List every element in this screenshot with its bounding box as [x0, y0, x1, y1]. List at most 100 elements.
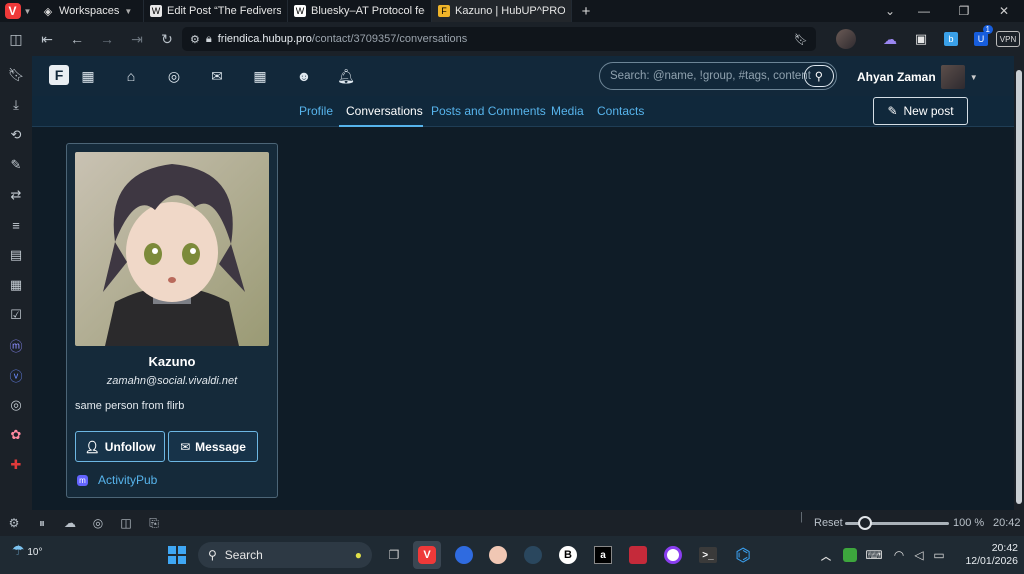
wikipedia-icon: W	[294, 5, 306, 17]
window-panel-icon[interactable]: ▤	[0, 240, 32, 270]
tab-workspaces[interactable]: ◈ Workspaces ▼	[36, 0, 144, 22]
flower-panel-icon[interactable]: ✿	[0, 420, 32, 450]
tab-conversations[interactable]: Conversations	[346, 104, 423, 118]
bookmarks-panel-icon[interactable]: 🔖︎	[0, 60, 32, 90]
minimize-icon[interactable]: —	[904, 0, 944, 22]
taskbar-search[interactable]: ⚲ Search ●	[198, 542, 372, 568]
contacts-icon[interactable]: ☻	[294, 66, 314, 86]
forward-icon[interactable]: →	[92, 22, 122, 56]
workspaces-icon: ◈	[43, 5, 53, 18]
scrollbar-thumb[interactable]	[1016, 70, 1022, 504]
network-icon[interactable]: ◎	[164, 66, 184, 86]
translate-panel-icon[interactable]: ⇄	[0, 180, 32, 210]
downloads-panel-icon[interactable]: ⤓	[0, 90, 32, 120]
site-search-input[interactable]: Search: @name, !group, #tags, content ⚲	[599, 62, 837, 90]
puzzle-panel-icon[interactable]: ✚	[0, 450, 32, 480]
url-field[interactable]: ⚙ 🔒︎ friendica.hubup.pro/contact/3709357…	[182, 27, 816, 51]
zoom-reset-button[interactable]: Reset	[814, 517, 843, 529]
weather-icon: ☂	[12, 542, 25, 558]
web-panel-icon[interactable]: ◎	[0, 390, 32, 420]
weather-widget[interactable]: ☂ 10°	[12, 542, 42, 559]
app-icon-red[interactable]	[624, 541, 652, 569]
tab-bluesky-wiki[interactable]: W Bluesky–AT Protocol federa	[288, 0, 432, 22]
apps-icon[interactable]: ▦	[78, 66, 98, 86]
tab-posts-and-comments[interactable]: Posts and Comments	[431, 104, 546, 118]
vivaldi-taskbar-icon[interactable]: V	[413, 541, 441, 569]
app-icon-blue[interactable]	[450, 541, 478, 569]
vivaldi-menu-button[interactable]: V ▼	[0, 0, 36, 22]
terminal-icon[interactable]: >_	[694, 541, 722, 569]
notes-panel-icon[interactable]: ✎	[0, 150, 32, 180]
contact-name: Kazuno	[148, 354, 196, 369]
battery-icon[interactable]: ▭	[925, 541, 953, 569]
restore-icon[interactable]: ❐	[944, 0, 984, 22]
contact-network: m ActivityPub	[77, 473, 157, 487]
cloud-sync-icon[interactable]: ☁	[56, 516, 84, 530]
capture-icon[interactable]: ▣	[911, 27, 931, 51]
contact-bio: same person from flirb	[75, 400, 185, 412]
contact-card: Kazuno zamahn@social.vivaldi.net same pe…	[66, 143, 278, 498]
vivaldi-social-panel-icon[interactable]: ⓥ	[0, 360, 32, 390]
images-icon[interactable]: ⎘	[140, 516, 168, 531]
history-panel-icon[interactable]: ⟲	[0, 120, 32, 150]
bitwarden-icon[interactable]: U1	[969, 25, 993, 51]
bluesky-extension-icon[interactable]: b	[941, 27, 961, 51]
mastodon-panel-icon[interactable]: ⓜ	[0, 330, 32, 360]
tasks-panel-icon[interactable]: ☑	[0, 300, 32, 330]
vscode-icon[interactable]: ⌬	[729, 541, 757, 569]
capture-icon[interactable]: ◎	[84, 516, 112, 530]
tab-profile[interactable]: Profile	[299, 104, 333, 118]
settings-icon[interactable]: ⚙	[0, 516, 28, 530]
fast-forward-icon[interactable]: ⇥	[122, 22, 152, 56]
tab-edit-post[interactable]: W Edit Post “The Fediverse: So	[144, 0, 288, 22]
chevron-down-icon: ▼	[969, 72, 978, 82]
vpn-button[interactable]: VPN	[996, 31, 1020, 47]
home-icon[interactable]: ⌂	[121, 66, 141, 86]
user-menu[interactable]: Ahyan Zaman ▼	[857, 65, 978, 89]
tab-media[interactable]: Media	[551, 104, 584, 118]
start-button[interactable]	[163, 541, 191, 569]
profile-avatar[interactable]	[834, 27, 858, 51]
steam-icon[interactable]	[519, 541, 547, 569]
message-button[interactable]: ✉ Message	[168, 431, 258, 462]
close-icon[interactable]: ✕	[984, 0, 1024, 22]
reload-icon[interactable]: ↻	[152, 22, 182, 56]
calendar-icon[interactable]: ▦	[250, 66, 270, 86]
rewind-icon[interactable]: ⇤	[32, 22, 62, 56]
app-icon-purple[interactable]	[659, 541, 687, 569]
page-scrollbar[interactable]	[1014, 56, 1024, 510]
calendar-panel-icon[interactable]: ▦	[0, 270, 32, 300]
network-link[interactable]: ActivityPub	[98, 473, 157, 487]
task-view-icon[interactable]: ❐	[380, 541, 408, 569]
keyboard-icon[interactable]: ⌨	[860, 541, 888, 569]
app-icon-avatar[interactable]	[484, 541, 512, 569]
bitwarden-taskbar-icon[interactable]: B	[554, 541, 582, 569]
friendica-logo-icon[interactable]: F	[49, 65, 69, 85]
extension-icon[interactable]: ☁	[880, 27, 900, 51]
address-bar-row: ◫ ⇤ ← → ⇥ ↻ ⚙ 🔒︎ friendica.hubup.pro/con…	[0, 22, 1024, 56]
search-button[interactable]: ⚲	[804, 65, 834, 87]
new-post-button[interactable]: ✎ New post	[873, 97, 968, 125]
site-settings-icon[interactable]: ⚙	[190, 33, 200, 46]
tile-icon[interactable]: ⏸	[28, 516, 56, 531]
divider: |	[800, 511, 803, 523]
bookmark-icon[interactable]: 🔖︎	[794, 33, 808, 46]
reading-list-panel-icon[interactable]: ≡	[0, 210, 32, 240]
unfollow-button[interactable]: 👤︎ Unfollow	[75, 431, 165, 462]
new-tab-button[interactable]: +	[572, 0, 600, 22]
page-actions-icon[interactable]: ◫	[112, 516, 140, 530]
taskbar-clock[interactable]: 20:42 12/01/2026	[956, 542, 1018, 568]
tab-list-icon[interactable]: ⌄	[876, 0, 904, 22]
zoom-slider-handle[interactable]	[858, 516, 872, 530]
window-controls: ⌄ — ❐ ✕	[876, 0, 1024, 22]
back-icon[interactable]: ←	[62, 22, 92, 56]
tab-kazuno[interactable]: F Kazuno | HubUP^PRO Colle	[432, 0, 572, 22]
windows-taskbar: ☂ 10° ⚲ Search ● ❐ V B a >_ ⌬ ︿ ⌨ ◠ ◁ ▭ …	[0, 536, 1024, 574]
app-icon-dark[interactable]: a	[589, 541, 617, 569]
user-avatar	[940, 65, 965, 89]
tab-contacts[interactable]: Contacts	[597, 104, 644, 118]
panel-toggle-icon[interactable]: ◫	[0, 22, 32, 56]
vivaldi-logo-icon: V	[4, 3, 21, 19]
messages-icon[interactable]: ✉	[207, 66, 227, 86]
notifications-bell-icon[interactable]: 🔔︎	[336, 66, 356, 86]
